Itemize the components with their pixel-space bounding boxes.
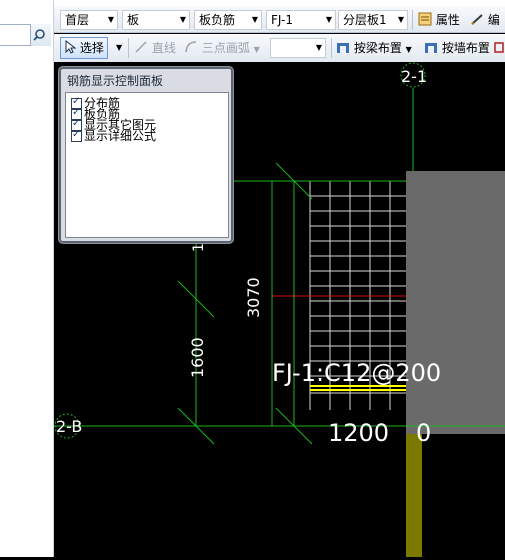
three-point-arc-button[interactable]: 三点画弧 ▼ (184, 37, 260, 59)
column-block (406, 434, 422, 557)
option-show-detailed-formula[interactable]: 显示详细公式 (71, 129, 157, 143)
select-dropdown-arrow[interactable]: ▼ (116, 37, 122, 59)
layout-by-wall-button[interactable]: 按墙布置 (424, 37, 490, 59)
properties-button[interactable]: 属性 (418, 9, 460, 31)
layout-by-beam-button[interactable]: 按梁布置 ▼ (336, 37, 412, 59)
pencil-icon (471, 14, 483, 25)
axis-label-left: 2-B (56, 417, 82, 436)
floor-select[interactable]: 首层 ▼ (60, 10, 118, 30)
toolbar-drawing: 选择 ▼ 直线 三点画弧 ▼ ▼ 按梁布置 ▼ 按墙布置 (54, 34, 505, 63)
line-label: 直线 (151, 41, 176, 55)
separator (128, 38, 129, 58)
arc-icon (185, 41, 197, 53)
dimension-3070: 3070 (244, 277, 263, 318)
rebar-display-control-panel[interactable]: 钢筋显示控制面板 分布筋 板负筋 显示其它图元 显示详细公式 (58, 66, 234, 244)
edit-button[interactable]: 编 (470, 9, 500, 31)
rebar-type-value: 板负筋 (199, 13, 236, 27)
checkbox-checked-icon[interactable] (71, 129, 82, 142)
dimension-partial: 1 (191, 243, 207, 252)
element-type-select[interactable]: 板 ▼ (122, 10, 190, 30)
chevron-down-icon: ▼ (325, 15, 332, 24)
axis-label-top: 2-1 (401, 67, 427, 86)
panel-title: 钢筋显示控制面板 (67, 74, 164, 88)
beam-layout-label: 按梁布置 (353, 41, 402, 55)
rebar-type-select[interactable]: 板负筋 ▼ (194, 10, 262, 30)
dimension-0: 0 (416, 419, 431, 447)
chevron-down-icon: ▼ (253, 45, 260, 54)
cursor-arrow-icon (65, 39, 77, 54)
search-input[interactable] (0, 24, 31, 46)
rebar-annotation: FJ-1:C12@200 (272, 359, 441, 387)
wall-layout-icon (425, 43, 437, 53)
beam-layout-icon (337, 43, 349, 53)
rebar-name-select[interactable]: FJ-1 ▼ (266, 10, 336, 30)
overflow-toolbar-icon[interactable] (494, 37, 504, 59)
separator (412, 10, 413, 30)
select-label: 选择 (79, 41, 104, 55)
search-icon (33, 29, 45, 41)
overflow-icon (494, 42, 504, 53)
left-pane (0, 0, 54, 557)
draw-mode-select[interactable]: ▼ (270, 38, 326, 58)
floor-select-value: 首层 (65, 13, 90, 27)
dimension-1600: 1600 (188, 337, 207, 378)
chevron-down-icon: ▼ (107, 15, 114, 24)
layer-select[interactable]: 分层板1 ▼ (338, 10, 408, 30)
option-label: 显示详细公式 (84, 129, 157, 143)
edit-label: 编 (487, 13, 500, 27)
chevron-down-icon: ▼ (251, 15, 258, 24)
properties-icon (418, 12, 432, 26)
rebar-name-value: FJ-1 (271, 13, 293, 27)
arc-label: 三点画弧 (201, 41, 250, 55)
panel-options-box: 分布筋 板负筋 显示其它图元 显示详细公式 (65, 92, 229, 238)
chevron-down-icon: ▼ (405, 45, 412, 54)
toolbar-element-selection: 首层 ▼ 板 ▼ 板负筋 ▼ FJ-1 ▼ 分层板1 ▼ 属性 编 (54, 0, 505, 33)
select-button[interactable]: 选择 (60, 37, 108, 59)
properties-label: 属性 (435, 13, 460, 27)
wall-block (406, 171, 505, 434)
separator (331, 38, 332, 58)
dimension-1200: 1200 (328, 419, 389, 447)
line-icon (135, 41, 147, 53)
element-type-value: 板 (127, 13, 140, 27)
wall-layout-label: 按墙布置 (441, 41, 490, 55)
line-button[interactable]: 直线 (134, 37, 176, 59)
chevron-down-icon: ▼ (315, 43, 322, 52)
layer-value: 分层板1 (343, 13, 387, 27)
search-button[interactable] (31, 24, 51, 46)
chevron-down-icon: ▼ (179, 15, 186, 24)
chevron-down-icon: ▼ (397, 15, 404, 24)
